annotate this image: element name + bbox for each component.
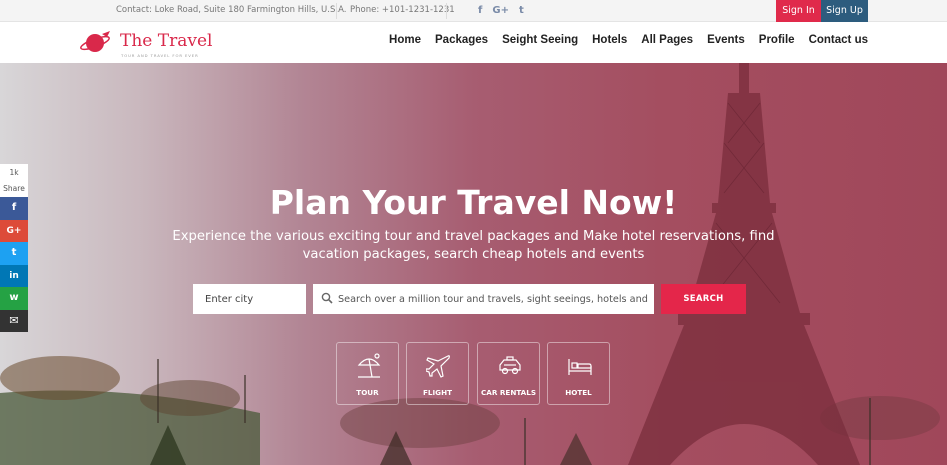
top-bar: Contact: Loke Road, Suite 180 Farmington… (0, 0, 947, 22)
search-icon (321, 292, 333, 304)
hero-background-image (0, 63, 940, 465)
share-sidebar: 1k Share f G+ t in w ✉ (0, 164, 28, 332)
search-input[interactable] (338, 284, 648, 314)
category-label: FLIGHT (423, 388, 452, 397)
sign-up-button[interactable]: Sign Up (821, 0, 868, 22)
google-plus-icon[interactable]: G+ (492, 4, 509, 17)
whatsapp-icon[interactable]: w (0, 287, 28, 310)
category-car-rentals[interactable]: CAR RENTALS (477, 342, 540, 405)
hero-banner: Plan Your Travel Now! Experience the var… (0, 63, 947, 465)
main-menu: Home Packages Seight Seeing Hotels All P… (389, 34, 868, 46)
category-label: HOTEL (565, 388, 592, 397)
facebook-icon[interactable]: f (478, 4, 482, 17)
main-navbar: The Travel TOUR AND TRAVEL FOR EVER Home… (0, 22, 947, 63)
category-hotel[interactable]: HOTEL (547, 342, 610, 405)
search-button[interactable]: SEARCH (661, 284, 746, 314)
facebook-icon[interactable]: f (0, 197, 28, 220)
nav-hotels[interactable]: Hotels (592, 34, 627, 46)
nav-contact-us[interactable]: Contact us (809, 34, 868, 46)
airplane-icon (426, 355, 450, 378)
nav-events[interactable]: Events (707, 34, 745, 46)
nav-home[interactable]: Home (389, 34, 421, 46)
twitter-icon[interactable]: t (519, 4, 524, 17)
linkedin-icon[interactable]: in (0, 264, 28, 287)
nav-sight-seeing[interactable]: Seight Seeing (502, 34, 578, 46)
topbar-social-links: f G+ t (478, 4, 524, 17)
category-tour[interactable]: TOUR (336, 342, 399, 405)
category-flight[interactable]: FLIGHT (406, 342, 469, 405)
beach-umbrella-icon (357, 353, 381, 378)
divider (446, 3, 447, 19)
hero-title: Plan Your Travel Now! (269, 183, 678, 222)
car-icon (499, 356, 521, 375)
category-label: CAR RENTALS (481, 388, 536, 397)
google-plus-icon[interactable]: G+ (0, 219, 28, 242)
contact-phone: Phone: +101-1231-1231 (350, 5, 455, 15)
share-label: Share (0, 181, 28, 197)
email-icon[interactable]: ✉ (0, 309, 28, 332)
share-count: 1k (0, 164, 28, 181)
bed-icon (568, 359, 592, 375)
brand-title: The Travel (120, 31, 213, 51)
nav-all-pages[interactable]: All Pages (641, 34, 693, 46)
sign-in-button[interactable]: Sign In (776, 0, 821, 22)
planet-logo-icon (80, 31, 110, 52)
category-label: TOUR (356, 388, 379, 397)
contact-address: Contact: Loke Road, Suite 180 Farmington… (116, 5, 347, 15)
nav-packages[interactable]: Packages (435, 34, 488, 46)
brand-tagline: TOUR AND TRAVEL FOR EVER (121, 53, 199, 58)
search-box[interactable] (313, 284, 654, 314)
hero-description: Experience the various exciting tour and… (172, 229, 775, 262)
twitter-icon[interactable]: t (0, 242, 28, 265)
divider (336, 3, 337, 19)
city-input[interactable] (193, 284, 306, 314)
nav-profile[interactable]: Profile (759, 34, 795, 46)
